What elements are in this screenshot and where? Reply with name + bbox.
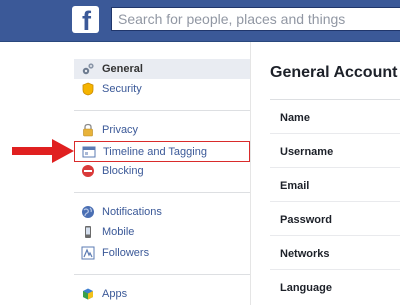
sidebar-item-label: Timeline and Tagging — [103, 146, 207, 158]
globe-icon — [82, 206, 94, 218]
top-bar: f Search for people, places and things — [0, 0, 400, 42]
row-divider — [270, 133, 400, 134]
sidebar-separator — [74, 110, 250, 111]
sidebar-separator — [74, 192, 250, 193]
sidebar-divider — [250, 42, 251, 305]
sidebar-item-notifications[interactable]: Notifications — [74, 202, 250, 222]
sidebar-item-mobile[interactable]: Mobile — [74, 222, 250, 242]
mobile-icon — [85, 226, 91, 238]
timeline-icon — [82, 146, 96, 158]
settings-row-networks[interactable]: Networks — [280, 248, 330, 260]
settings-row-password[interactable]: Password — [280, 214, 332, 226]
settings-row-username[interactable]: Username — [280, 146, 333, 158]
row-divider — [270, 167, 400, 168]
sidebar-item-label: Mobile — [102, 226, 135, 238]
settings-row-name[interactable]: Name — [280, 112, 310, 124]
sidebar-item-security[interactable]: Security — [74, 79, 250, 99]
sidebar-item-label: Privacy — [102, 124, 139, 136]
logo-letter: f — [82, 6, 91, 36]
row-divider — [270, 201, 400, 202]
page-title: General Account — [270, 64, 398, 81]
facebook-logo[interactable]: f — [72, 6, 99, 36]
sidebar-item-label: Notifications — [102, 206, 162, 218]
sidebar-item-blocking[interactable]: Blocking — [74, 161, 250, 181]
annotation-arrow-icon — [12, 139, 74, 163]
sidebar-item-label: General — [102, 63, 143, 75]
sidebar-item-followers[interactable]: Followers — [74, 243, 250, 263]
sidebar-item-label: Security — [102, 83, 142, 95]
sidebar-item-label: Followers — [102, 247, 150, 259]
sidebar-item-label: Blocking — [102, 165, 144, 177]
gears-icon — [82, 63, 94, 75]
row-divider — [270, 269, 400, 270]
sidebar-item-apps[interactable]: Apps — [74, 284, 250, 304]
sidebar-separator — [74, 274, 250, 275]
search-input[interactable]: Search for people, places and things — [111, 7, 400, 31]
title-divider — [270, 99, 400, 100]
sidebar-item-privacy[interactable]: Privacy — [74, 120, 250, 140]
sidebar-item-timeline-and-tagging[interactable]: Timeline and Tagging — [74, 141, 250, 162]
badge-icon — [82, 82, 94, 96]
followers-icon — [81, 246, 95, 260]
search-placeholder: Search for people, places and things — [118, 11, 346, 27]
settings-row-language[interactable]: Language — [280, 282, 332, 294]
settings-row-email[interactable]: Email — [280, 180, 309, 192]
blocking-icon — [82, 165, 94, 177]
apps-icon — [83, 288, 93, 300]
sidebar-item-label: Apps — [102, 288, 128, 300]
lock-icon — [83, 123, 93, 137]
sidebar-item-general[interactable]: General — [74, 59, 250, 79]
row-divider — [270, 235, 400, 236]
